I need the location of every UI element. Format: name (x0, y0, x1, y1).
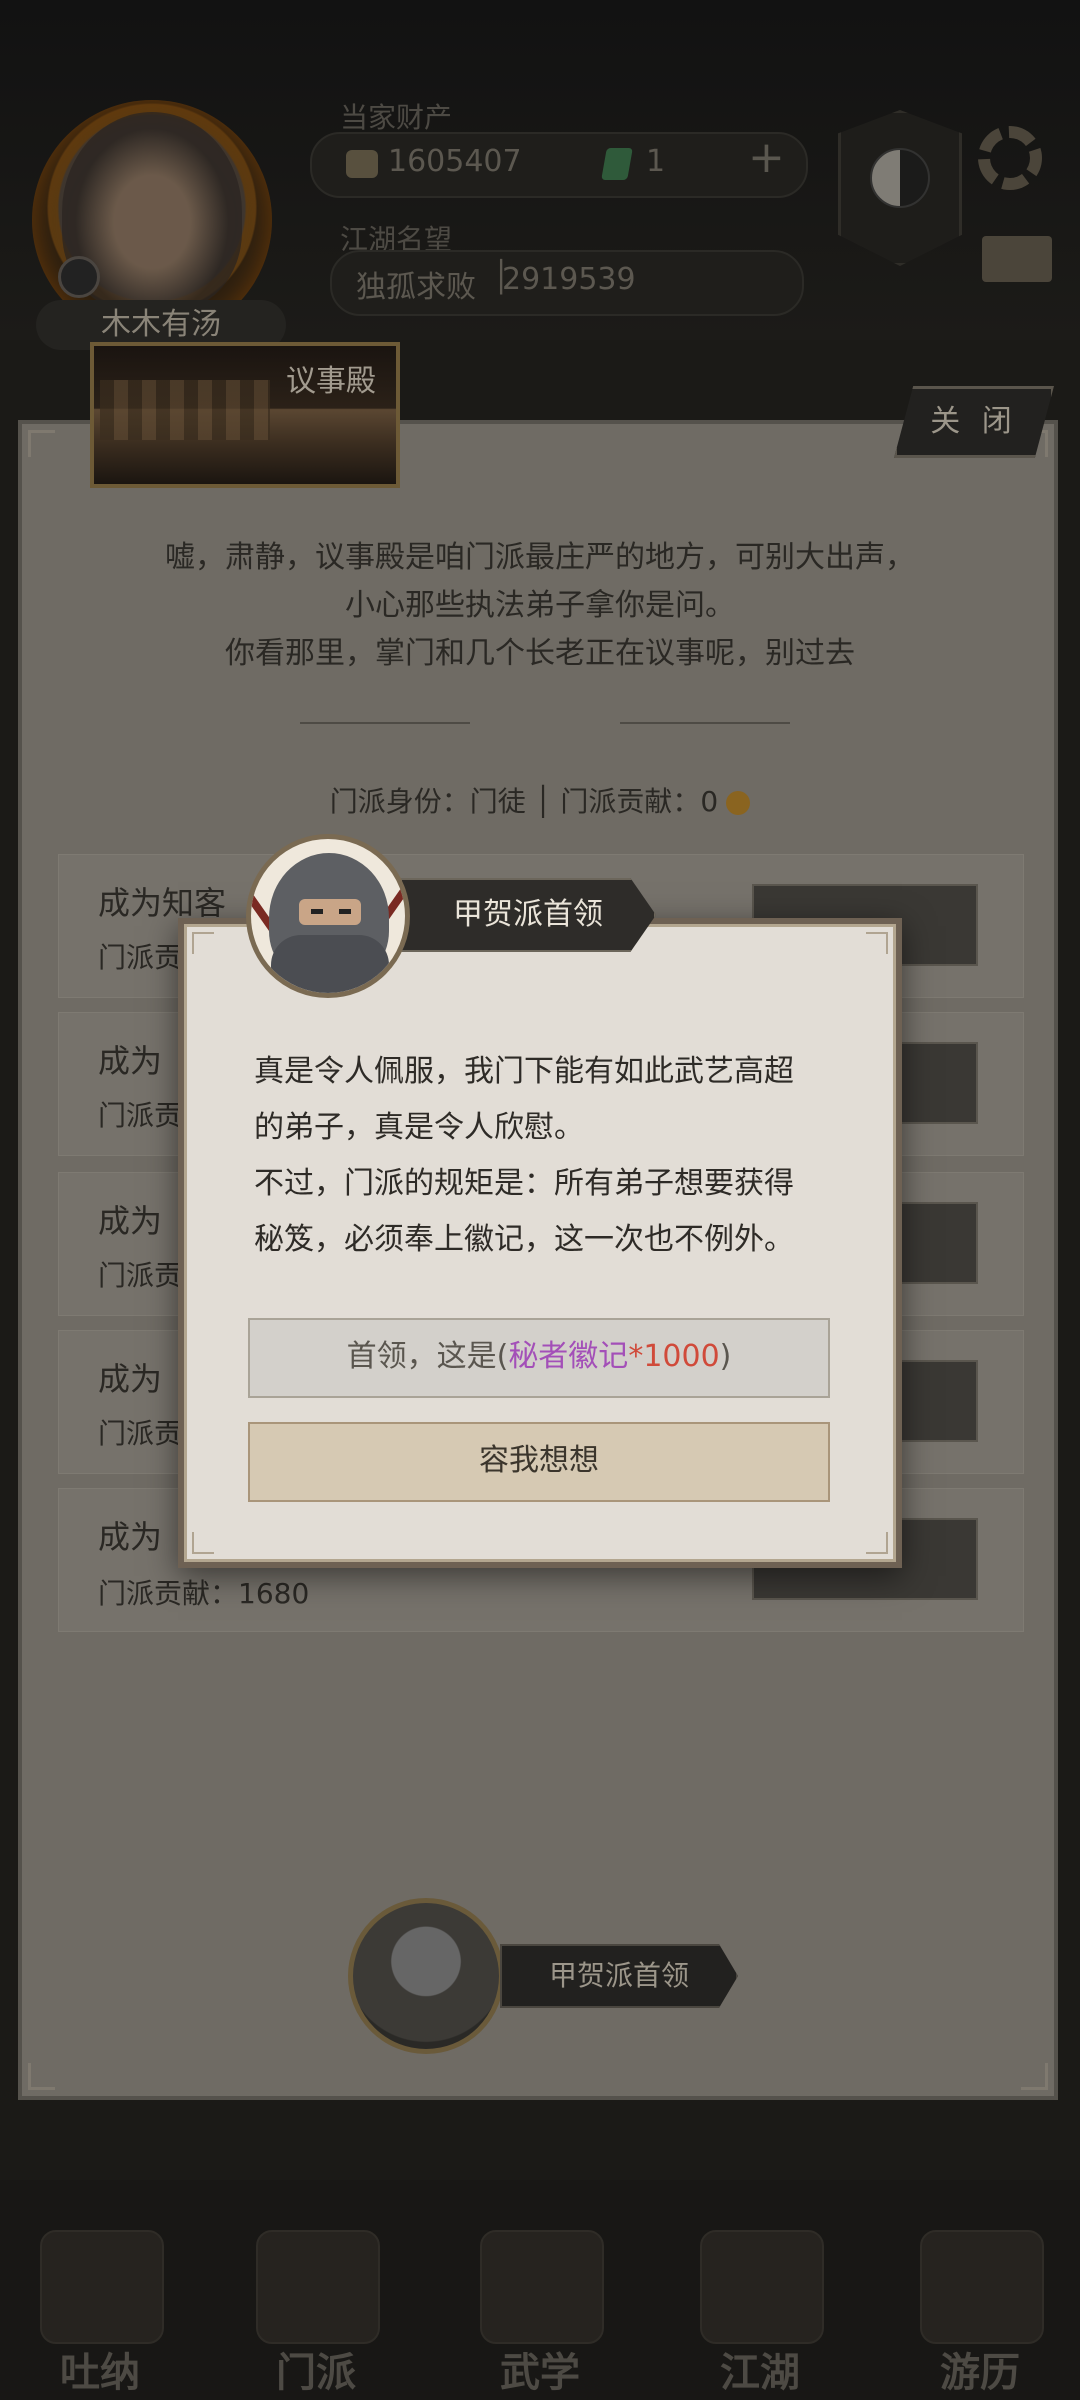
offer-emblem-button[interactable]: 首领，这是(秘者徽记*1000) (248, 1318, 830, 1398)
nav-travel[interactable]: 游历 (910, 2230, 1050, 2396)
rank-row-title: 成为 (98, 1042, 163, 1080)
nav-jianghu[interactable]: 江湖 (690, 2230, 830, 2396)
ninja-eye (311, 909, 323, 914)
close-button[interactable]: 关 闭 (894, 386, 1054, 458)
hall-thumbnail-detail (100, 380, 270, 440)
rank-row-sub: 门派贡献：1680 (98, 1577, 310, 1610)
dialog-line-4: 秘笈，必须奉上徽记，这一次也不例外。 (254, 1222, 794, 1257)
intro-line-1: 嘘，肃静，议事殿是咱门派最庄严的地方，可别大出声， (165, 540, 915, 575)
intro-line-2: 小心那些执法弟子拿你是问。 (345, 588, 735, 623)
dialog-speaker-name: 甲贺派首领 (400, 878, 656, 952)
hall-title: 议事殿 (286, 364, 376, 399)
jianghu-icon (700, 2230, 824, 2344)
rank-row-sub: 门派贡 (98, 941, 183, 974)
panel-corner (28, 430, 55, 457)
dialog-corner (866, 932, 888, 954)
dialog-corner (192, 1532, 214, 1554)
emblem-item-name: 秘者徽记 (508, 1339, 629, 1374)
dialog-line-2: 的弟子，真是令人欣慰。 (254, 1110, 584, 1145)
martial-arts-icon (480, 2230, 604, 2344)
sect-identity: 门派身份：门徒 │ 门派贡献：0 (60, 780, 1020, 820)
mail-icon[interactable] (982, 236, 1052, 282)
panel-corner (1021, 2063, 1048, 2090)
gold-amount: 1605407 (388, 144, 522, 179)
rank-row-title: 成为 (98, 1518, 163, 1556)
nav-label: 吐纳 (60, 2349, 140, 2396)
nav-sect[interactable]: 门派 (246, 2230, 386, 2396)
dialog-corner (192, 932, 214, 954)
offer-suffix: ) (719, 1339, 732, 1374)
ninja-eye (339, 909, 351, 914)
contribution-coin-icon (726, 791, 751, 815)
gear-icon[interactable] (978, 126, 1042, 190)
nav-label: 江湖 (720, 2349, 800, 2396)
npc-name-plate[interactable]: 甲贺派首领 (500, 1944, 738, 2008)
rank-row-title: 成为 (98, 1360, 163, 1398)
ninja-face (299, 899, 361, 925)
rank-row-sub: 门派贡 (98, 1417, 183, 1450)
offer-prefix: 首领，这是( (346, 1339, 509, 1374)
travel-icon (920, 2230, 1044, 2344)
think-again-button[interactable]: 容我想想 (248, 1422, 830, 1502)
reputation-value: 2919539 (502, 262, 636, 297)
rank-row-sub: 门派贡 (98, 1099, 183, 1132)
dialog-line-3: 不过，门派的规矩是：所有弟子想要获得 (254, 1166, 794, 1201)
level-badge-icon (58, 256, 100, 298)
dialog-corner (866, 1532, 888, 1554)
ninja-portrait (246, 834, 410, 998)
tuna-icon (40, 2230, 164, 2344)
ninja-scarf (271, 935, 389, 993)
sect-icon (256, 2230, 380, 2344)
nav-label: 门派 (276, 2349, 356, 2396)
player-title: 独孤求败 (356, 270, 476, 305)
emblem-count: *1000 (628, 1339, 720, 1374)
add-currency-button[interactable]: + (748, 132, 785, 183)
sect-identity-text: 门派身份：门徒 │ 门派贡献：0 (329, 785, 719, 818)
gem-amount: 1 (646, 144, 666, 179)
rank-row-sub: 门派贡 (98, 1259, 183, 1292)
yin-yang-icon (870, 148, 930, 208)
panel-corner (28, 2063, 55, 2090)
currency-bar (310, 132, 808, 198)
divider-right (620, 722, 790, 724)
gold-icon (346, 150, 378, 178)
assets-label: 当家财产 (340, 101, 453, 134)
nav-label: 游历 (940, 2349, 1020, 2396)
intro-line-3: 你看那里，掌门和几个长老正在议事呢，别过去 (225, 636, 855, 671)
npc-portrait-small[interactable] (348, 1898, 504, 2054)
nav-martial-arts[interactable]: 武学 (470, 2230, 610, 2396)
nav-label: 武学 (500, 2349, 580, 2396)
dialog-line-1: 真是令人佩服，我门下能有如此武艺高超 (254, 1054, 794, 1089)
divider-left (300, 722, 470, 724)
nav-tuna[interactable]: 吐纳 (30, 2230, 170, 2396)
rank-row-title: 成为 (98, 1202, 163, 1240)
